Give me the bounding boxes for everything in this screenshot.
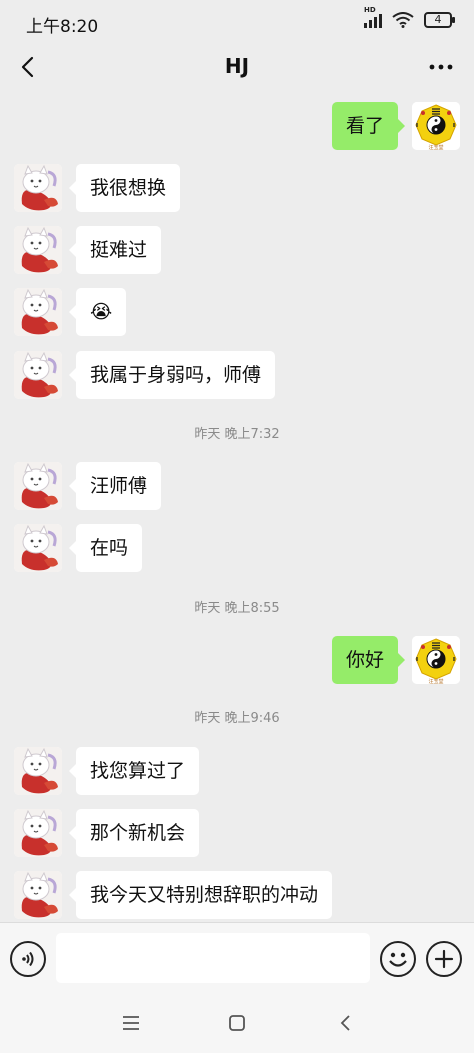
nav-back-button[interactable]	[332, 1010, 358, 1036]
nav-back-icon	[340, 1015, 350, 1031]
emoji-button[interactable]	[380, 941, 416, 977]
chat-area[interactable]: 汪玉堂 看了我很想换挺难过 😭 我属于身弱吗，师傅昨天 晚上7:32 汪师傅在吗昨天 晚…	[0, 90, 474, 922]
menu-button[interactable]	[118, 1010, 144, 1036]
koi-cat-avatar[interactable]	[14, 226, 62, 274]
home-button[interactable]	[224, 1010, 250, 1036]
network-tag: HD	[364, 6, 376, 14]
received-message-bubble[interactable]: 那个新机会	[68, 809, 200, 857]
status-icons: HD 4	[364, 6, 455, 28]
message-input[interactable]	[56, 933, 370, 983]
svg-text:汪玉堂: 汪玉堂	[428, 144, 443, 150]
plus-icon	[434, 949, 454, 969]
koi-cat-avatar[interactable]	[14, 524, 62, 572]
koi-cat-avatar[interactable]	[14, 462, 62, 510]
nav-bar: HJ	[0, 44, 474, 90]
message-timestamp: 昨天 晚上9:46	[194, 711, 280, 726]
status-bar: 上午8:20 HD 4	[0, 0, 474, 44]
home-icon	[229, 1015, 245, 1031]
received-message-bubble[interactable]: 我今天又特别想辞职的冲动	[68, 871, 333, 919]
sent-message-bubble[interactable]: 你好	[331, 636, 406, 684]
emoji-icon	[389, 952, 407, 967]
plus-button[interactable]	[426, 941, 462, 977]
received-message-bubble[interactable]: 在吗	[68, 524, 143, 572]
more-icon	[429, 64, 453, 70]
received-message-bubble[interactable]: 汪师傅	[68, 462, 162, 510]
voice-icon	[22, 951, 34, 967]
received-message-bubble[interactable]: 😭	[68, 288, 127, 336]
koi-cat-avatar[interactable]	[14, 871, 62, 919]
voice-button[interactable]	[10, 941, 46, 977]
chat-title: HJ	[224, 54, 250, 78]
received-message-bubble[interactable]: 我很想换	[68, 164, 181, 212]
input-bar	[0, 922, 474, 994]
menu-icon	[123, 1016, 139, 1030]
system-nav-bar	[0, 994, 474, 1053]
sent-message-bubble[interactable]: 看了	[331, 102, 406, 150]
wifi-icon	[392, 12, 414, 28]
koi-cat-avatar[interactable]	[14, 747, 62, 795]
received-message-bubble[interactable]: 我属于身弱吗，师傅	[68, 351, 276, 399]
bagua-avatar[interactable]: 汪玉堂	[412, 636, 460, 684]
koi-cat-avatar[interactable]	[14, 809, 62, 857]
received-message-bubble[interactable]: 挺难过	[68, 226, 162, 274]
message-timestamp: 昨天 晚上7:32	[194, 427, 280, 442]
received-message-bubble[interactable]: 找您算过了	[68, 747, 200, 795]
battery-icon: 4	[424, 12, 455, 28]
koi-cat-avatar[interactable]	[14, 288, 62, 336]
svg-text:汪玉堂: 汪玉堂	[428, 678, 443, 684]
message-timestamp: 昨天 晚上8:55	[194, 601, 280, 616]
koi-cat-avatar[interactable]	[14, 351, 62, 399]
status-time: 上午8:20	[26, 17, 99, 37]
more-button[interactable]	[424, 52, 458, 82]
bagua-avatar[interactable]: 汪玉堂	[412, 102, 460, 150]
signal-icon: HD	[364, 6, 382, 28]
koi-cat-avatar[interactable]	[14, 164, 62, 212]
